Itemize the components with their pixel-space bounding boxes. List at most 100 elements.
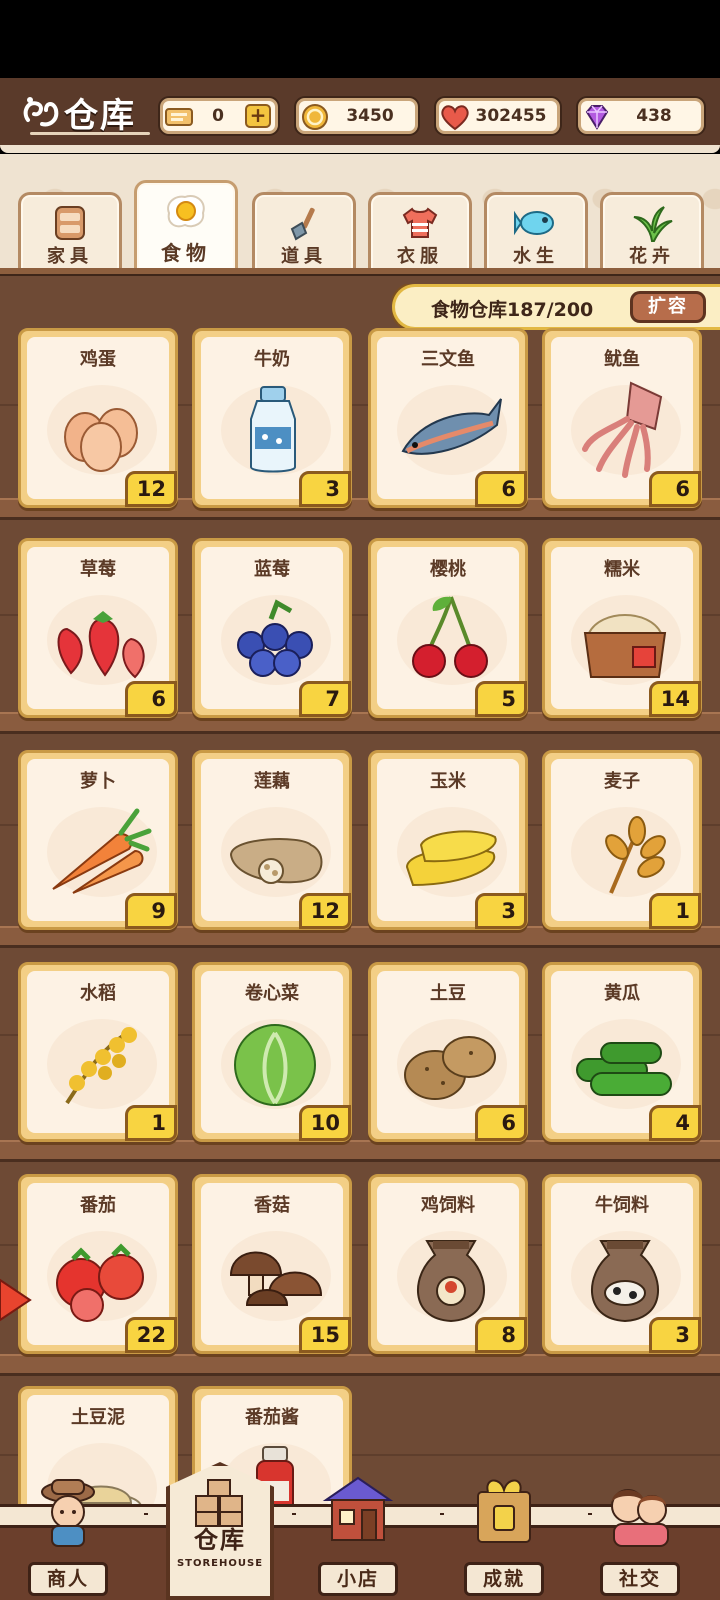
item-card[interactable]: 鸡蛋 12 bbox=[18, 328, 178, 508]
tab-flowers[interactable]: 花卉 bbox=[600, 192, 704, 272]
status-bar bbox=[0, 0, 720, 78]
item-card[interactable]: 莲藕 12 bbox=[192, 750, 352, 930]
item-card[interactable]: 萝卜 9 bbox=[18, 750, 178, 930]
item-card[interactable]: 香菇 15 bbox=[192, 1174, 352, 1354]
item-card[interactable]: 樱桃 5 bbox=[368, 538, 528, 718]
merchant-icon bbox=[28, 1470, 108, 1550]
rice-basket-icon bbox=[571, 589, 679, 689]
item-count-badge: 3 bbox=[299, 471, 351, 507]
item-card[interactable]: 鸡饲料 8 bbox=[368, 1174, 528, 1354]
wheat-icon bbox=[571, 801, 679, 901]
coin-value: 3450 bbox=[346, 106, 394, 126]
item-count-badge: 3 bbox=[649, 1317, 701, 1353]
item-name: 土豆 bbox=[430, 983, 466, 1004]
tab-strip-edge bbox=[0, 268, 720, 276]
item-count-badge: 7 bbox=[299, 681, 351, 717]
storage-capacity-text: 食物仓库187/200 bbox=[431, 299, 594, 321]
scroll-left-arrow-icon[interactable] bbox=[0, 1270, 34, 1330]
nav-shop[interactable]: 小店 bbox=[298, 1470, 418, 1600]
item-count-badge: 6 bbox=[475, 1105, 527, 1141]
tab-clothes[interactable]: 衣服 bbox=[368, 192, 472, 272]
tab-tools[interactable]: 道具 bbox=[252, 192, 356, 272]
item-name: 鸡蛋 bbox=[80, 349, 116, 370]
eggs-icon bbox=[47, 379, 155, 479]
item-name: 草莓 bbox=[80, 559, 116, 580]
item-name: 牛奶 bbox=[254, 349, 290, 370]
coin-counter: 3450 bbox=[296, 98, 418, 134]
nav-label: 仓库 bbox=[194, 1526, 246, 1554]
nav-social[interactable]: 社交 bbox=[580, 1470, 700, 1600]
nav-label: 小店 bbox=[318, 1562, 398, 1596]
carrot-icon bbox=[47, 801, 155, 901]
item-name: 糯米 bbox=[604, 559, 640, 580]
item-name: 鸡饲料 bbox=[421, 1195, 475, 1216]
item-name: 三文鱼 bbox=[421, 349, 475, 370]
item-card[interactable]: 玉米 3 bbox=[368, 750, 528, 930]
item-name: 番茄 bbox=[80, 1195, 116, 1216]
item-card[interactable]: 草莓 6 bbox=[18, 538, 178, 718]
item-card[interactable]: 三文鱼 6 bbox=[368, 328, 528, 508]
top-bar: 仓库 0 + 3450 302455 438 bbox=[0, 78, 720, 153]
rice-plant-icon bbox=[47, 1013, 155, 1113]
expand-storage-button[interactable]: 扩容 bbox=[630, 291, 706, 323]
item-count-badge: 22 bbox=[125, 1317, 177, 1353]
ticket-counter: 0 + bbox=[160, 98, 278, 134]
cherry-icon bbox=[397, 589, 505, 689]
storage-capacity-banner: 食物仓库187/200 扩容 bbox=[392, 284, 720, 330]
tab-aquatic[interactable]: 水生 bbox=[484, 192, 588, 272]
shirt-icon bbox=[371, 203, 469, 243]
shovel-icon bbox=[255, 203, 353, 243]
item-count-badge: 1 bbox=[125, 1105, 177, 1141]
item-name: 土豆泥 bbox=[71, 1407, 125, 1428]
blueberry-icon bbox=[221, 589, 329, 689]
fish-icon bbox=[487, 203, 585, 243]
tab-food[interactable]: 食物 bbox=[134, 180, 238, 272]
item-name: 樱桃 bbox=[430, 559, 466, 580]
heart-icon bbox=[437, 97, 473, 137]
nav-storehouse[interactable]: 仓库 STOREHOUSE bbox=[160, 1462, 280, 1600]
item-card[interactable]: 卷心菜 10 bbox=[192, 962, 352, 1142]
item-name: 香菇 bbox=[254, 1195, 290, 1216]
item-count-badge: 12 bbox=[125, 471, 177, 507]
item-card[interactable]: 麦子 1 bbox=[542, 750, 702, 930]
item-card[interactable]: 黄瓜 4 bbox=[542, 962, 702, 1142]
chicken-feed-sack-icon bbox=[397, 1225, 505, 1325]
cucumber-icon bbox=[571, 1013, 679, 1113]
milk-bottle-icon bbox=[221, 379, 329, 479]
item-name: 玉米 bbox=[430, 771, 466, 792]
ticket-icon bbox=[161, 97, 197, 137]
add-ticket-button[interactable]: + bbox=[245, 104, 271, 128]
item-count-badge: 5 bbox=[475, 681, 527, 717]
item-name: 卷心菜 bbox=[245, 983, 299, 1004]
item-card[interactable]: 牛饲料 3 bbox=[542, 1174, 702, 1354]
corn-icon bbox=[397, 801, 505, 901]
tab-label: 家具 bbox=[47, 246, 93, 267]
tab-label: 花卉 bbox=[629, 246, 675, 267]
item-card[interactable]: 水稻 1 bbox=[18, 962, 178, 1142]
item-card[interactable]: 鱿鱼 6 bbox=[542, 328, 702, 508]
item-card[interactable]: 牛奶 3 bbox=[192, 328, 352, 508]
item-count-badge: 6 bbox=[475, 471, 527, 507]
squid-icon bbox=[571, 379, 679, 479]
nav-sublabel: STOREHOUSE bbox=[176, 1558, 264, 1569]
fried-egg-icon bbox=[137, 191, 235, 231]
heart-value: 302455 bbox=[475, 106, 547, 126]
item-card[interactable]: 土豆 6 bbox=[368, 962, 528, 1142]
item-count-badge: 1 bbox=[649, 893, 701, 929]
item-count-badge: 8 bbox=[475, 1317, 527, 1353]
ticket-value: 0 bbox=[212, 106, 224, 126]
tab-furniture[interactable]: 家具 bbox=[18, 192, 122, 272]
tab-label: 衣服 bbox=[397, 246, 443, 267]
item-card[interactable]: 蓝莓 7 bbox=[192, 538, 352, 718]
nav-achievement[interactable]: 成就 bbox=[444, 1470, 564, 1600]
swirl-ornament-icon bbox=[20, 90, 64, 134]
app-root: 仓库 0 + 3450 302455 438 家具 食物 道具 衣服 水生 花卉… bbox=[0, 0, 720, 1600]
item-card[interactable]: 糯米 14 bbox=[542, 538, 702, 718]
item-name: 鱿鱼 bbox=[604, 349, 640, 370]
item-name: 萝卜 bbox=[80, 771, 116, 792]
mushroom-icon bbox=[221, 1225, 329, 1325]
item-card[interactable]: 番茄 22 bbox=[18, 1174, 178, 1354]
item-count-badge: 12 bbox=[299, 893, 351, 929]
nav-merchant[interactable]: 商人 bbox=[8, 1470, 128, 1600]
potato-icon bbox=[397, 1013, 505, 1113]
